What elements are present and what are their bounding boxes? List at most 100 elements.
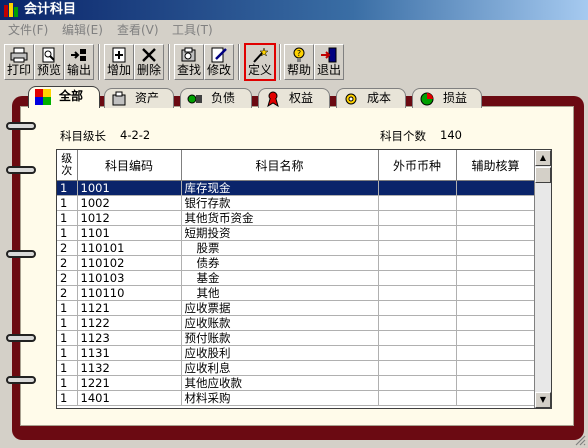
cell-level[interactable]: 1: [57, 360, 78, 376]
tab-all[interactable]: 全部: [28, 86, 100, 108]
cell-aux[interactable]: [456, 390, 536, 406]
cell-code[interactable]: 1221: [77, 375, 182, 391]
cell-currency[interactable]: [378, 255, 457, 271]
add-button[interactable]: 增加: [104, 44, 134, 80]
table-row[interactable]: 1 1123 预付账款: [57, 330, 536, 346]
cell-name[interactable]: 其他: [181, 285, 379, 301]
table-row[interactable]: 1 1131 应收股利: [57, 345, 536, 361]
tab-asset[interactable]: 资产: [104, 88, 174, 108]
column-header-currency[interactable]: 外币币种: [378, 150, 457, 181]
scroll-down-button[interactable]: ▼: [535, 392, 551, 408]
cell-level[interactable]: 1: [57, 390, 78, 406]
cell-name[interactable]: 材料采购: [181, 390, 379, 406]
column-header-aux[interactable]: 辅助核算: [456, 150, 536, 181]
cell-name[interactable]: 应收股利: [181, 345, 379, 361]
cell-name[interactable]: 其他应收款: [181, 375, 379, 391]
cell-level[interactable]: 1: [57, 315, 78, 331]
cell-code[interactable]: 1002: [77, 195, 182, 211]
cell-level[interactable]: 1: [57, 330, 78, 346]
cell-level[interactable]: 1: [57, 375, 78, 391]
cell-currency[interactable]: [378, 195, 457, 211]
edit-button[interactable]: 修改: [204, 44, 234, 80]
cell-code[interactable]: 1012: [77, 210, 182, 226]
tab-profit-loss[interactable]: 损益: [412, 88, 482, 108]
cell-currency[interactable]: [378, 210, 457, 226]
cell-currency[interactable]: [378, 390, 457, 406]
cell-name[interactable]: 债券: [181, 255, 379, 271]
table-row[interactable]: 1 1121 应收票据: [57, 300, 536, 316]
cell-code[interactable]: 110102: [77, 255, 182, 271]
table-row[interactable]: 1 1122 应收账款: [57, 315, 536, 331]
table-row[interactable]: 1 1132 应收利息: [57, 360, 536, 376]
column-header-code[interactable]: 科目编码: [77, 150, 182, 181]
cell-currency[interactable]: [378, 375, 457, 391]
preview-button[interactable]: 预览: [34, 44, 64, 80]
define-button[interactable]: 定义: [244, 43, 276, 81]
exit-button[interactable]: 退出: [314, 44, 344, 80]
cell-aux[interactable]: [456, 255, 536, 271]
cell-code[interactable]: 1131: [77, 345, 182, 361]
vertical-scrollbar[interactable]: ▲ ▼: [534, 150, 551, 408]
cell-level[interactable]: 1: [57, 210, 78, 226]
cell-currency[interactable]: [378, 180, 457, 196]
resize-grip-icon[interactable]: [574, 434, 586, 446]
cell-aux[interactable]: [456, 210, 536, 226]
cell-level[interactable]: 1: [57, 180, 78, 196]
help-button[interactable]: ? 帮助: [284, 44, 314, 80]
cell-name[interactable]: 应收利息: [181, 360, 379, 376]
find-button[interactable]: 查找: [174, 44, 204, 80]
cell-name[interactable]: 应收票据: [181, 300, 379, 316]
cell-name[interactable]: 短期投资: [181, 225, 379, 241]
cell-name[interactable]: 银行存款: [181, 195, 379, 211]
cell-aux[interactable]: [456, 300, 536, 316]
export-button[interactable]: 输出: [64, 44, 94, 80]
cell-code[interactable]: 1121: [77, 300, 182, 316]
cell-code[interactable]: 110110: [77, 285, 182, 301]
table-row[interactable]: 2 110110 其他: [57, 285, 536, 301]
cell-name[interactable]: 应收账款: [181, 315, 379, 331]
delete-button[interactable]: 删除: [134, 44, 164, 80]
cell-aux[interactable]: [456, 225, 536, 241]
cell-currency[interactable]: [378, 315, 457, 331]
cell-aux[interactable]: [456, 360, 536, 376]
cell-name[interactable]: 库存现金: [181, 180, 379, 196]
menu-file[interactable]: 文件(F): [8, 20, 48, 40]
cell-aux[interactable]: [456, 180, 536, 196]
cell-currency[interactable]: [378, 240, 457, 256]
cell-name[interactable]: 基金: [181, 270, 379, 286]
cell-code[interactable]: 1123: [77, 330, 182, 346]
cell-code[interactable]: 1101: [77, 225, 182, 241]
tab-liability[interactable]: 负债: [180, 88, 252, 108]
table-row[interactable]: 1 1002 银行存款: [57, 195, 536, 211]
table-row[interactable]: 1 1001 库存现金: [57, 180, 536, 196]
menu-edit[interactable]: 编辑(E): [62, 20, 103, 40]
cell-currency[interactable]: [378, 285, 457, 301]
scroll-up-button[interactable]: ▲: [535, 150, 551, 166]
print-button[interactable]: 打印: [4, 44, 34, 80]
cell-aux[interactable]: [456, 375, 536, 391]
cell-name[interactable]: 预付账款: [181, 330, 379, 346]
cell-aux[interactable]: [456, 195, 536, 211]
cell-code[interactable]: 110101: [77, 240, 182, 256]
cell-aux[interactable]: [456, 270, 536, 286]
cell-code[interactable]: 1122: [77, 315, 182, 331]
cell-level[interactable]: 2: [57, 240, 78, 256]
cell-level[interactable]: 2: [57, 285, 78, 301]
column-header-level[interactable]: 级次: [57, 150, 78, 181]
table-row[interactable]: 2 110103 基金: [57, 270, 536, 286]
cell-currency[interactable]: [378, 225, 457, 241]
cell-currency[interactable]: [378, 330, 457, 346]
table-row[interactable]: 1 1012 其他货币资金: [57, 210, 536, 226]
menu-view[interactable]: 查看(V): [117, 20, 159, 40]
cell-code[interactable]: 1132: [77, 360, 182, 376]
cell-aux[interactable]: [456, 330, 536, 346]
cell-level[interactable]: 2: [57, 270, 78, 286]
scroll-thumb[interactable]: [535, 167, 551, 183]
table-row[interactable]: 2 110102 债券: [57, 255, 536, 271]
cell-currency[interactable]: [378, 270, 457, 286]
table-row[interactable]: 1 1221 其他应收款: [57, 375, 536, 391]
cell-level[interactable]: 1: [57, 225, 78, 241]
cell-code[interactable]: 1401: [77, 390, 182, 406]
tab-equity[interactable]: 权益: [258, 88, 330, 108]
cell-level[interactable]: 1: [57, 300, 78, 316]
